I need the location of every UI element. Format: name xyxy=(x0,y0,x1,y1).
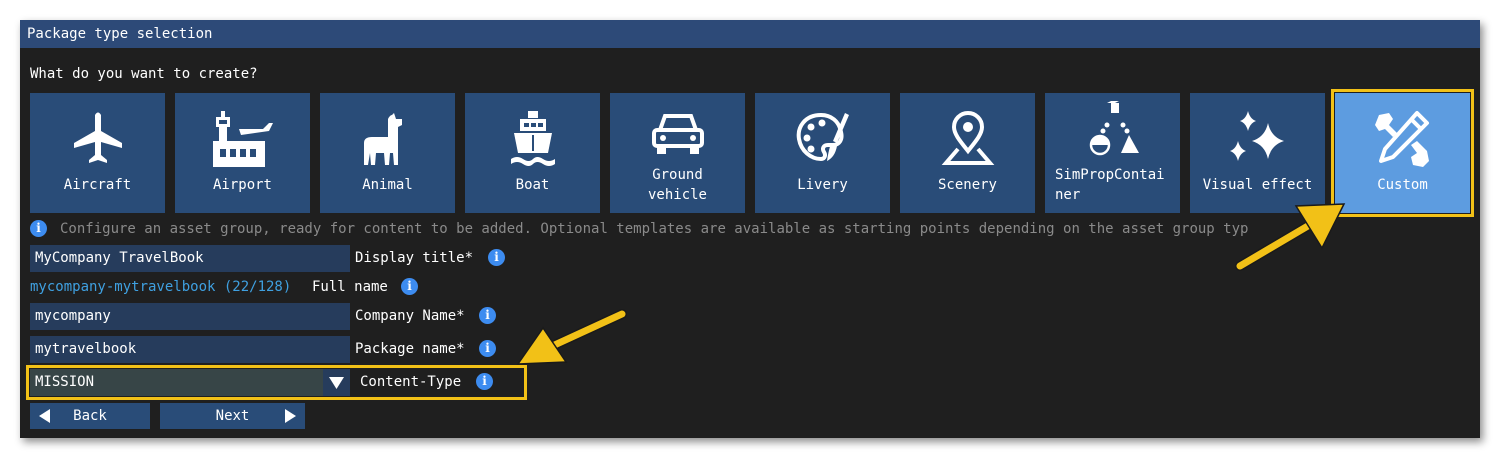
arrow-to-custom-icon xyxy=(1235,203,1346,271)
annotation-arrows xyxy=(516,203,1346,365)
arrow-to-content-type-icon xyxy=(516,309,627,365)
